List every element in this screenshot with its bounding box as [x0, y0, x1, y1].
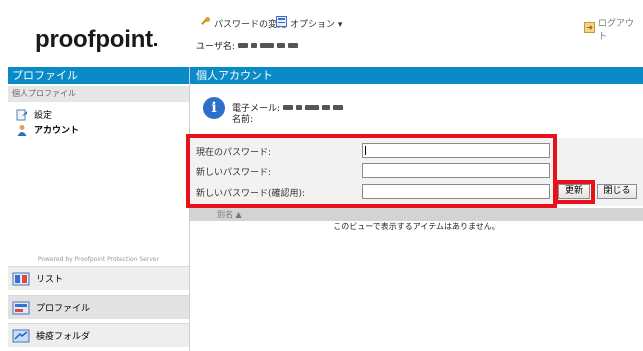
options-menu[interactable]: オプション ▾ [276, 16, 342, 30]
nav-list-label: リスト [36, 275, 64, 285]
account-icon [16, 124, 28, 136]
redacted-email [283, 105, 294, 110]
nav-quarantine-label: 検疫フォルダ [36, 332, 91, 342]
redacted-username-part [287, 43, 298, 48]
nav-quarantine[interactable]: 検疫フォルダ [8, 323, 189, 347]
personal-profile-subheader: 個人プロファイル [8, 86, 189, 102]
password-fields-highlight [186, 134, 557, 208]
redacted-email-part [305, 105, 320, 110]
update-button-highlight [554, 180, 595, 204]
nav-profile[interactable]: プロファイル [8, 295, 189, 319]
logout-icon [584, 22, 595, 36]
info-icon: i [203, 97, 225, 119]
username-line: ユーザ名: [196, 39, 298, 52]
redacted-username-part [259, 43, 274, 48]
settings-icon [16, 109, 28, 121]
powered-by-text: Powered by Proofpoint Protection Server [37, 256, 160, 263]
sidebar-item-label: 設定 [34, 111, 53, 121]
profile-section-header: プロファイル [8, 67, 189, 84]
logout-link[interactable]: ログアウト [584, 16, 641, 42]
sidebar-item-account[interactable]: アカウント [16, 123, 79, 136]
redacted-email-part [296, 105, 303, 110]
redacted-username-part [276, 43, 285, 48]
change-password-link[interactable]: パスワードの変更 [200, 16, 286, 30]
redacted-email-part [333, 105, 344, 110]
proofpoint-logo: proofpoint [35, 26, 157, 54]
empty-view-message: このビューで表示するアイテムはありません。 [333, 222, 500, 231]
quarantine-icon [12, 329, 30, 343]
personal-account-header: 個人アカウント [190, 67, 643, 84]
redacted-email-part [322, 105, 331, 110]
sidebar-item-label: アカウント [34, 126, 80, 136]
name-label: 名前: [232, 115, 254, 125]
alias-column-header[interactable]: 別名 ▲ [190, 208, 643, 221]
key-icon [200, 16, 211, 30]
left-column: proofpoint プロファイル 個人プロファイル 設定 アカウント Powe… [8, 0, 189, 351]
nav-profile-label: プロファイル [36, 304, 91, 314]
options-icon [276, 16, 287, 30]
profile-icon [12, 301, 30, 315]
sidebar-item-settings[interactable]: 設定 [16, 108, 52, 121]
top-toolbar: パスワードの変更 オプション ▾ ログアウト [194, 16, 641, 42]
list-icon [12, 272, 30, 286]
redacted-username [237, 43, 248, 48]
close-button[interactable]: 閉じる [597, 184, 637, 199]
redacted-username-part [250, 43, 257, 48]
nav-list[interactable]: リスト [8, 266, 189, 290]
